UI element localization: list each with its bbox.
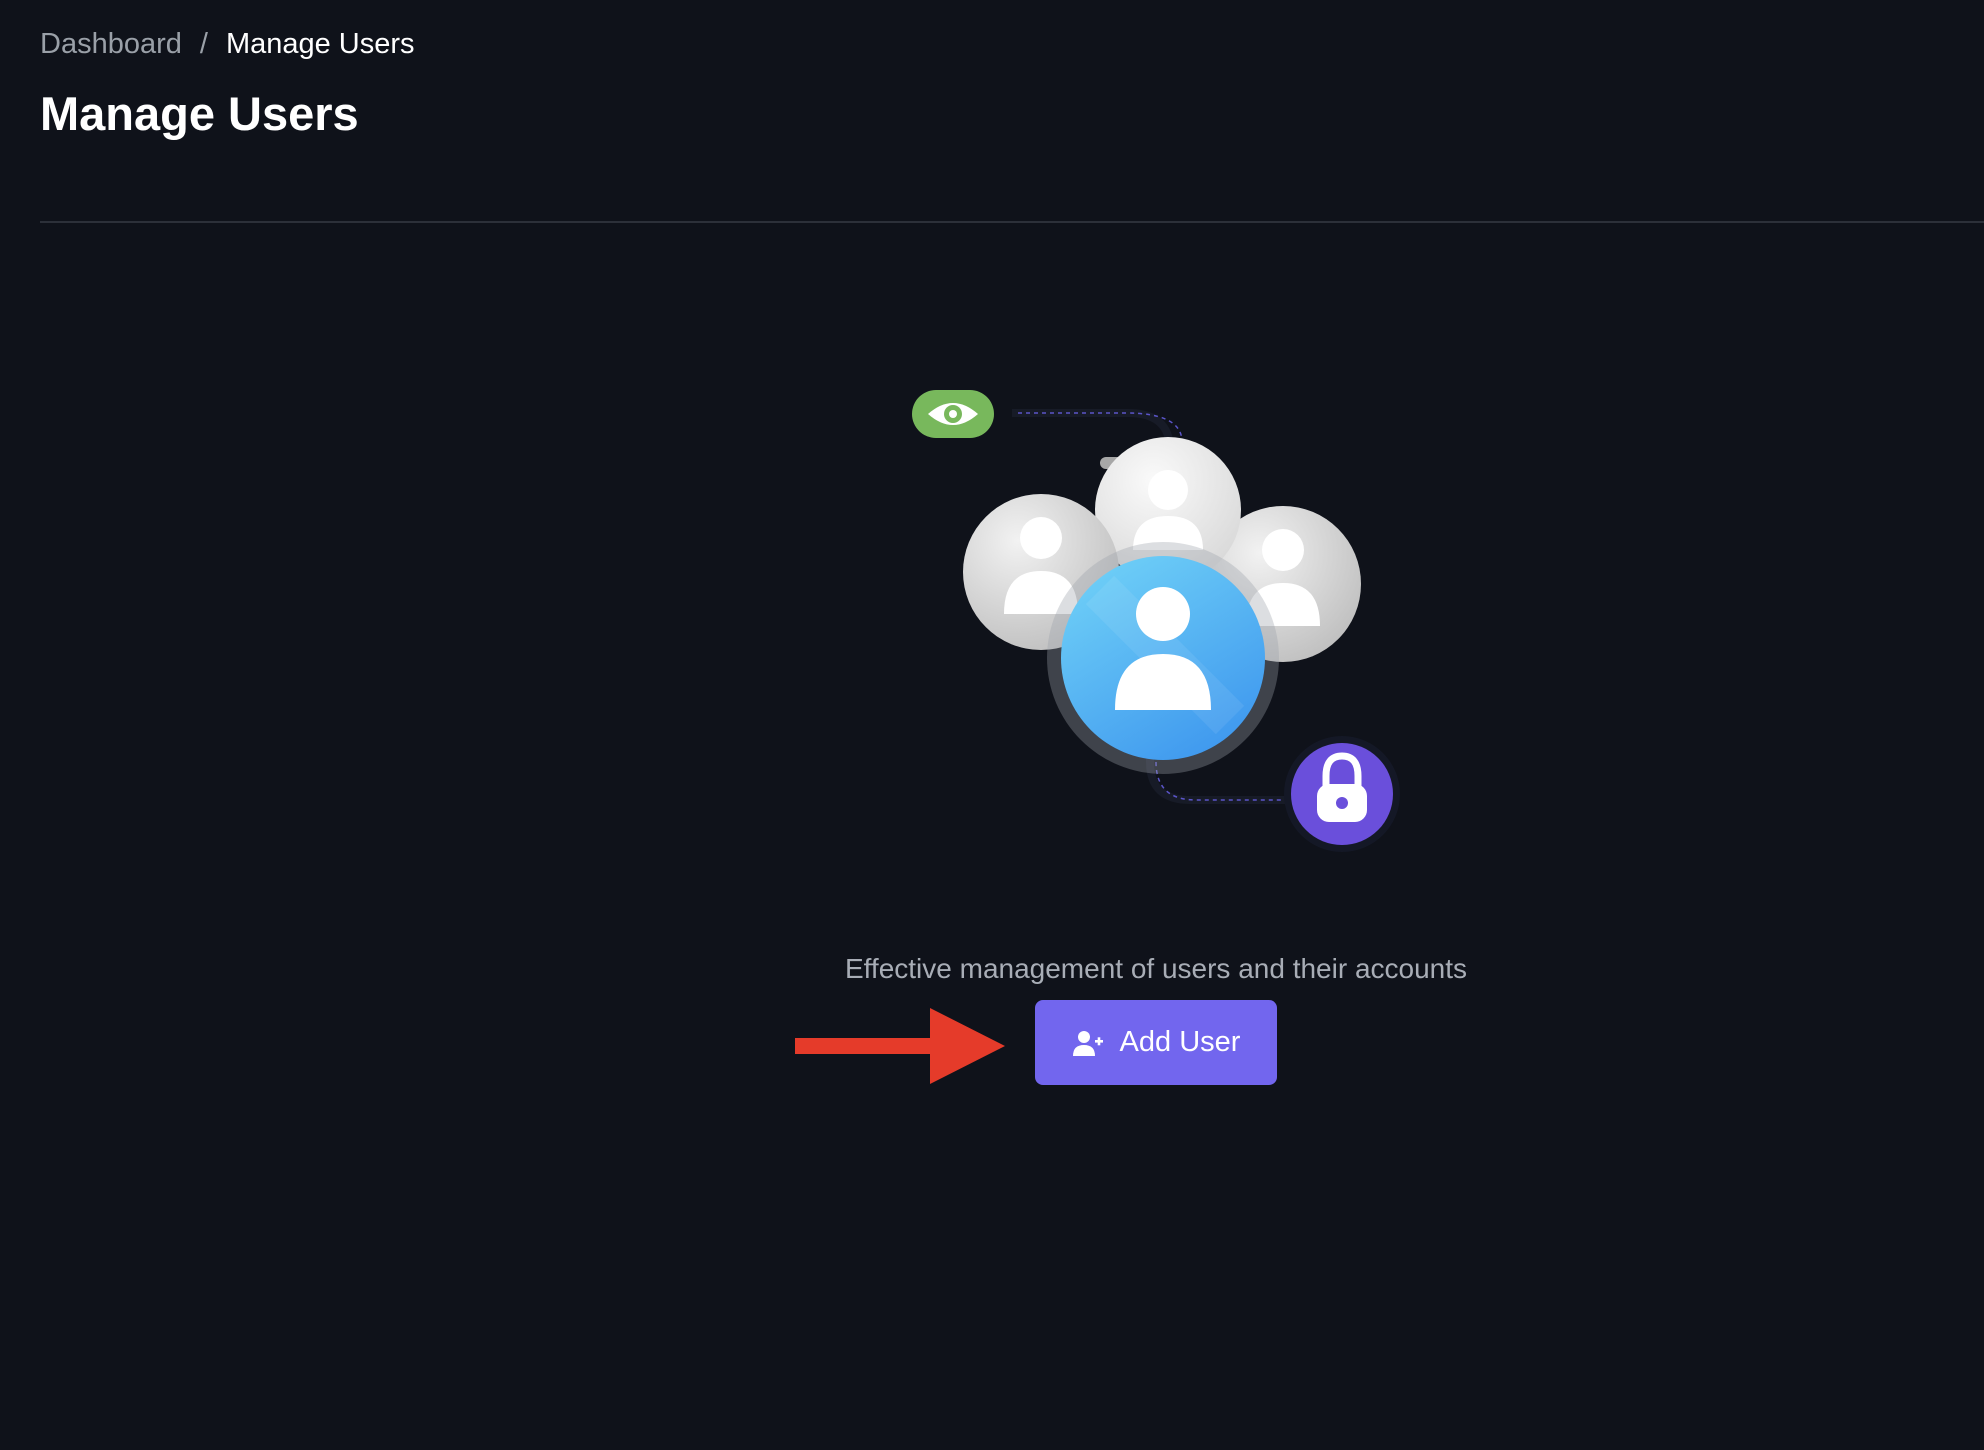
header-divider: [40, 221, 1984, 223]
users-illustration: [912, 390, 1400, 852]
annotation-arrow-icon: [795, 1008, 1005, 1084]
empty-state-description: Effective management of users and their …: [844, 953, 1468, 984]
manage-users-page: Dashboard / Manage Users Manage Users Ef…: [0, 0, 1984, 1450]
empty-state: Effective management of users and their …: [0, 370, 1984, 1090]
breadcrumb-current: Manage Users: [225, 28, 415, 60]
user-plus-icon: [1072, 1030, 1103, 1056]
breadcrumb-separator: /: [199, 28, 208, 60]
page-title: Manage Users: [40, 87, 359, 140]
add-user-button[interactable]: Add User: [1035, 1000, 1277, 1085]
user-avatar-icon-main: [1061, 556, 1265, 760]
add-user-button-label: Add User: [1119, 1026, 1241, 1058]
breadcrumb: Dashboard / Manage Users: [40, 24, 415, 64]
eye-icon: [912, 390, 994, 438]
lock-icon: [1284, 736, 1400, 852]
breadcrumb-dashboard-link[interactable]: Dashboard: [40, 24, 182, 64]
